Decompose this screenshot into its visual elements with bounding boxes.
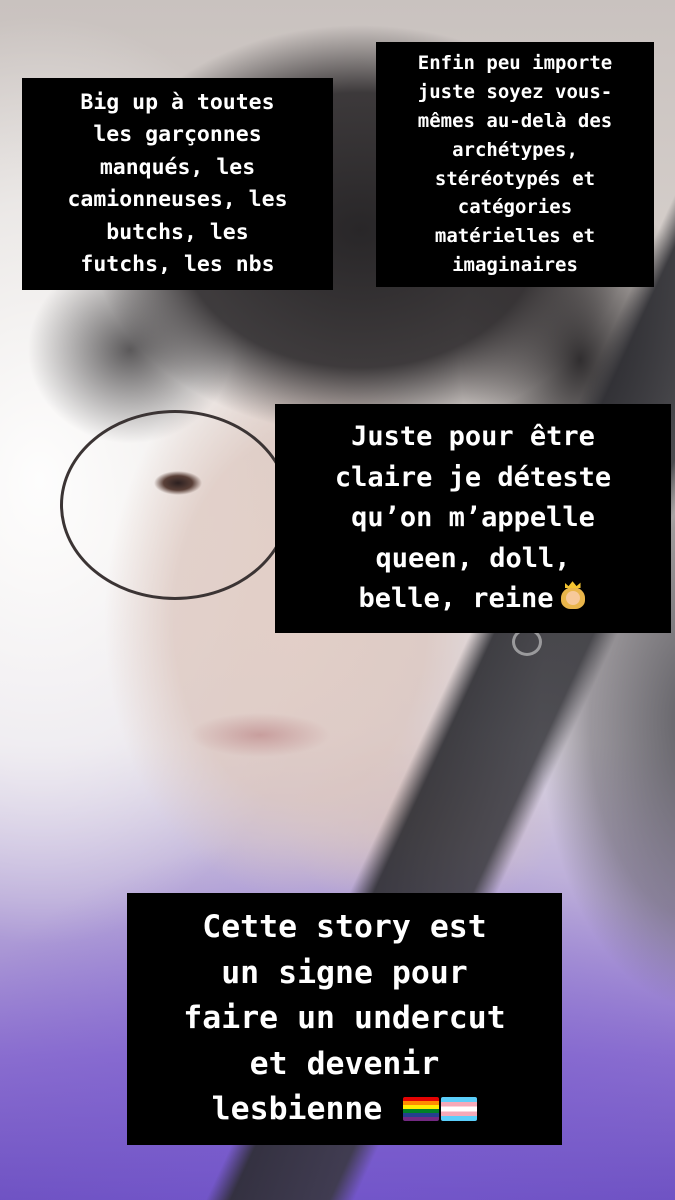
caption-enfin-text: Enfin peu importe juste soyez vous- même… [417,52,613,276]
transgender-flag-icon [441,1097,478,1122]
caption-story-sign-text: Cette story est un signe pour faire un u… [183,909,506,1128]
caption-enfin: Enfin peu importe juste soyez vous- même… [376,42,654,287]
glasses-lens [60,410,290,600]
caption-big-up: Big up à toutes les garçonnes manqués, l… [22,78,333,290]
caption-story-sign: Cette story est un signe pour faire un u… [127,893,562,1145]
story-frame[interactable]: Big up à toutes les garçonnes manqués, l… [0,0,675,1200]
rainbow-pride-flag-icon [403,1097,440,1122]
caption-juste-paragraph: Juste pour être claire je déteste qu’on … [335,417,611,620]
caption-juste: Juste pour être claire je déteste qu’on … [275,404,671,633]
caption-big-up-text: Big up à toutes les garçonnes manqués, l… [67,89,288,278]
caption-story-sign-paragraph: Cette story est un signe pour faire un u… [183,905,505,1133]
princess-emoji-icon [558,581,588,611]
